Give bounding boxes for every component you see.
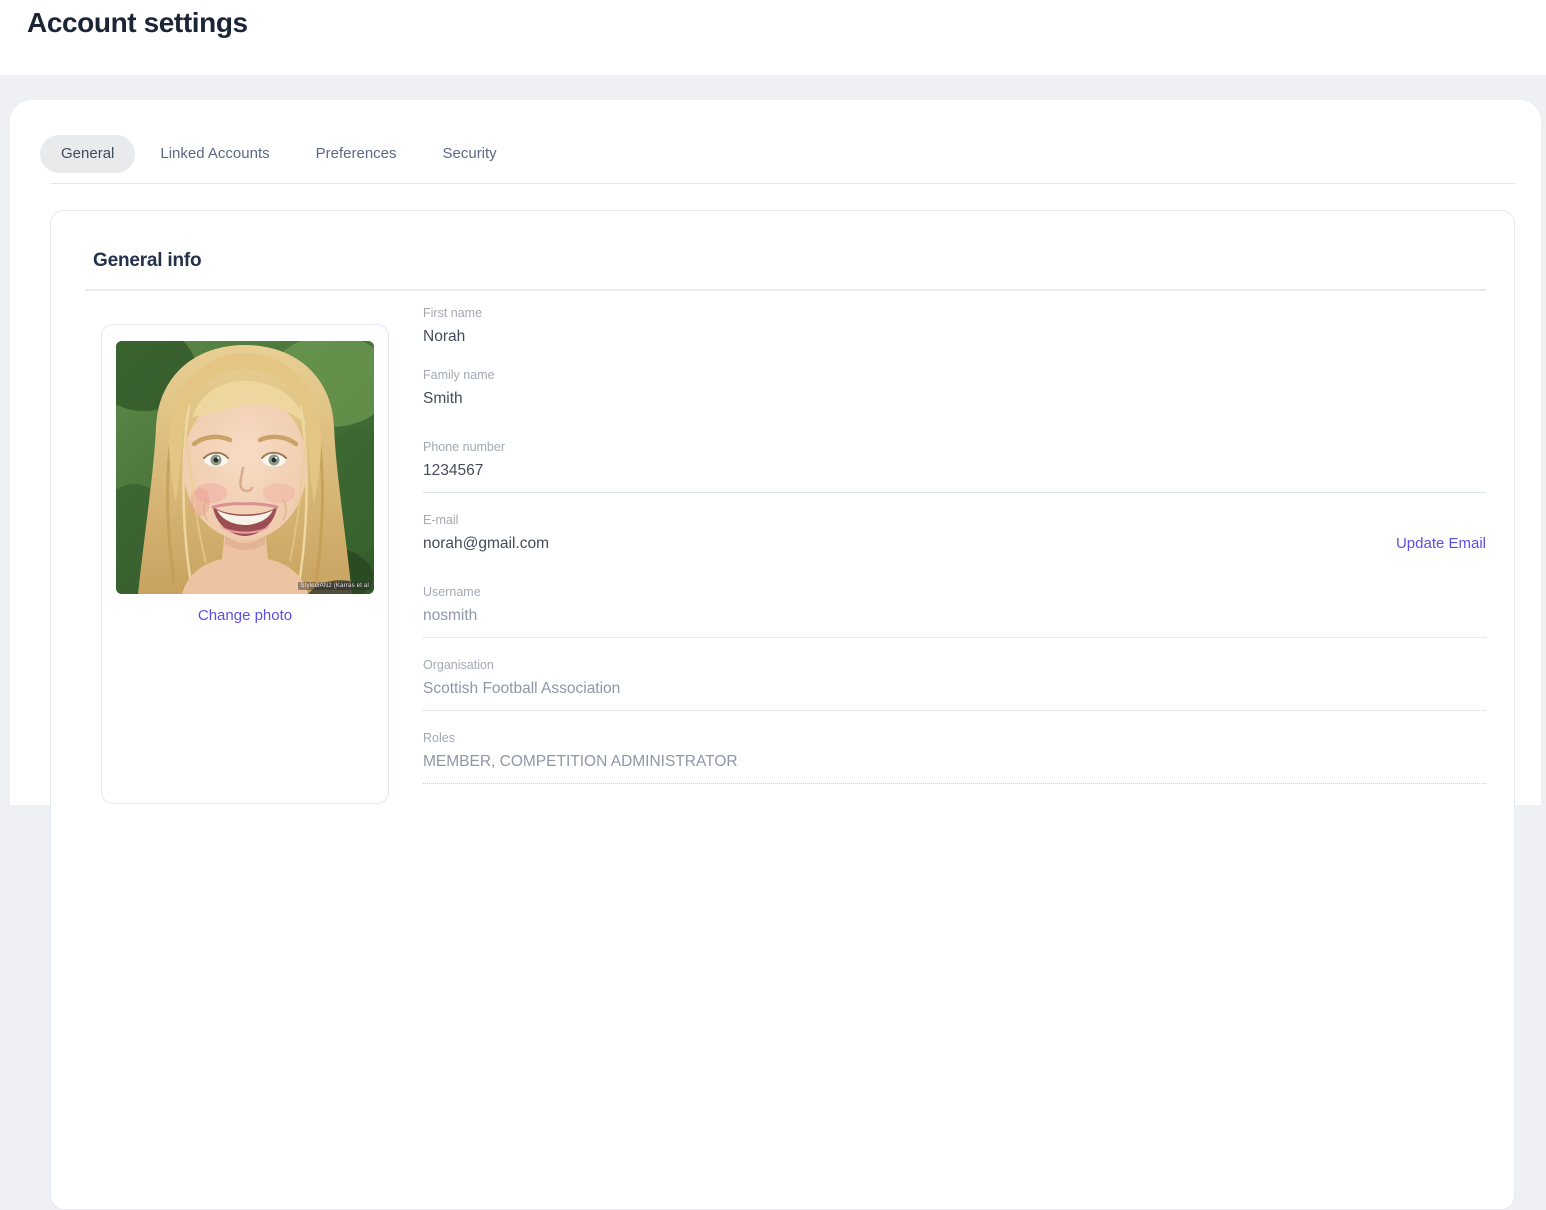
- section-divider: [85, 289, 1486, 291]
- phone-number-label: Phone number: [423, 440, 506, 454]
- page-header: Account settings: [0, 0, 1546, 75]
- organisation-label: Organisation: [423, 658, 494, 672]
- first-name-label: First name: [423, 306, 483, 320]
- tab-preferences[interactable]: Preferences: [295, 135, 418, 173]
- username-value: nosmith: [423, 607, 478, 624]
- field-phone-number: Phone number 1234567: [423, 440, 1486, 493]
- tab-linked-accounts[interactable]: Linked Accounts: [139, 135, 290, 173]
- family-name-input[interactable]: Smith: [423, 389, 1486, 408]
- family-name-label: Family name: [423, 368, 495, 382]
- field-first-name: First name Norah: [423, 306, 1486, 358]
- username-label: Username: [423, 585, 481, 599]
- tab-general[interactable]: General: [40, 135, 136, 173]
- email-label: E-mail: [423, 513, 459, 527]
- email-value: norah@gmail.com: [423, 535, 550, 552]
- field-username: Username nosmith: [423, 585, 1486, 638]
- tabs-divider: [50, 183, 1515, 184]
- field-email: E-mail norah@gmail.com Update Email: [423, 513, 1486, 565]
- first-name-input[interactable]: Norah: [423, 327, 1486, 346]
- general-info-card: General info StyleGAN2 (Karras et al Cha…: [50, 210, 1515, 1210]
- field-family-name: Family name Smith: [423, 368, 1486, 420]
- page-title: Account settings: [27, 7, 248, 38]
- field-roles: Roles MEMBER, COMPETITION ADMINISTRATOR: [423, 731, 1486, 784]
- phone-number-input[interactable]: 1234567: [423, 461, 1486, 480]
- profile-photo-illustration: [116, 341, 374, 594]
- roles-label: Roles: [423, 731, 455, 745]
- section-title: General info: [93, 250, 202, 271]
- organisation-value: Scottish Football Association: [423, 680, 621, 697]
- update-email-link[interactable]: Update Email: [1396, 535, 1486, 552]
- tab-security[interactable]: Security: [422, 135, 518, 173]
- roles-value: MEMBER, COMPETITION ADMINISTRATOR: [423, 753, 738, 770]
- profile-photo: StyleGAN2 (Karras et al: [116, 341, 374, 594]
- settings-panel: General Linked Accounts Preferences Secu…: [10, 100, 1541, 1210]
- photo-watermark: StyleGAN2 (Karras et al: [298, 582, 371, 590]
- field-organisation: Organisation Scottish Football Associati…: [423, 658, 1486, 711]
- tab-bar: General Linked Accounts Preferences Secu…: [40, 135, 1515, 173]
- general-info-fields: First name Norah Family name Smith Phone…: [423, 306, 1486, 804]
- photo-card: StyleGAN2 (Karras et al Change photo: [101, 324, 389, 804]
- change-photo-link[interactable]: Change photo: [198, 607, 292, 624]
- general-info-content: StyleGAN2 (Karras et al Change photo Fir…: [93, 306, 1486, 804]
